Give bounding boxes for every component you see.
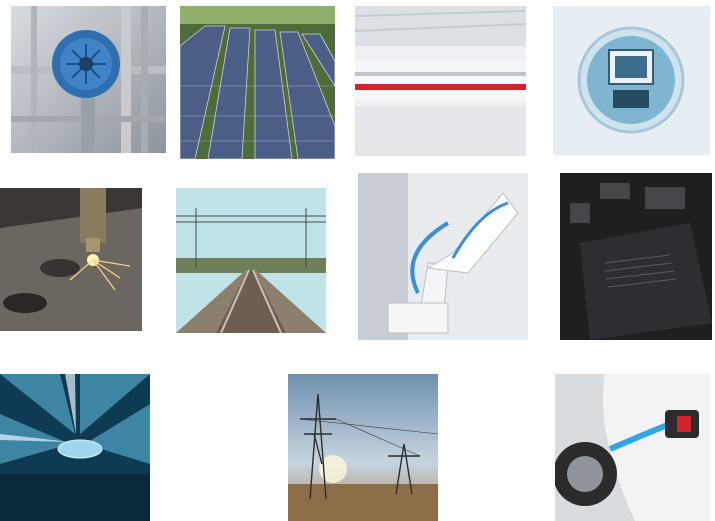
car-headlight-photo	[0, 374, 150, 521]
power-pylons-photo	[288, 374, 438, 521]
circuit-chip-photo	[560, 173, 712, 340]
industrial-robot-arm-photo	[358, 173, 528, 340]
electronic-device-photo	[553, 6, 710, 155]
high-speed-train-photo	[355, 6, 526, 156]
railway-tracks-photo	[176, 188, 326, 333]
laser-cutting-photo	[0, 188, 142, 331]
industrial-motor-photo	[11, 6, 166, 153]
ev-charging-photo	[555, 374, 710, 521]
solar-panels-photo	[180, 6, 335, 159]
